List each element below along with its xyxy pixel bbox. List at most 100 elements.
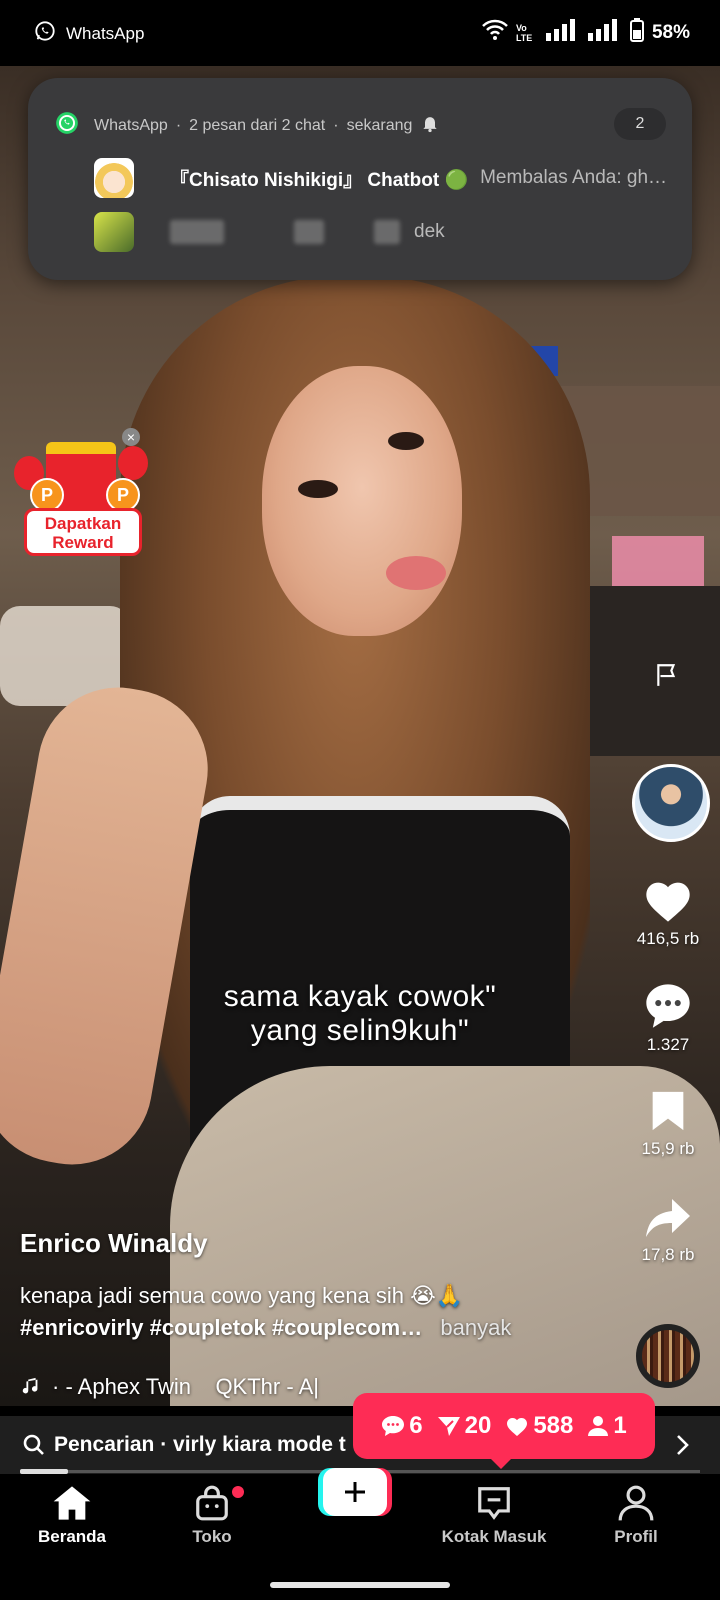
heart-icon (646, 882, 690, 922)
popup-followers: 1 (587, 1412, 627, 1440)
music-info[interactable]: · - Aphex Twin QKThr - A| (20, 1374, 319, 1400)
person-icon (588, 1416, 609, 1436)
signal-icon-2 (587, 19, 622, 47)
status-bar: WhatsApp Vo LTE 58% (0, 0, 720, 66)
like-button[interactable]: 416,5 rb (620, 876, 716, 949)
comment-bubble-icon (382, 1416, 405, 1436)
gesture-home-indicator[interactable] (270, 1582, 450, 1588)
signal-icon (545, 19, 580, 47)
person-face (262, 366, 462, 636)
description-text: kenapa jadi semua cowo yang kena sih 😭🙏 (20, 1283, 464, 1308)
create-button-face (323, 1468, 387, 1516)
creator-avatar[interactable] (632, 764, 710, 842)
balloon-icon-2 (118, 446, 148, 480)
redacted-text (170, 220, 224, 244)
bookmark-icon (652, 1091, 684, 1131)
notification-message-1[interactable]: 『Chisato Nishikigi』 Chatbot 🟢 Membalas A… (94, 158, 667, 198)
notification-count[interactable]: 2 (614, 108, 666, 140)
search-icon (23, 1434, 44, 1455)
plus-icon (345, 1482, 365, 1502)
send-icon (437, 1417, 460, 1436)
popup-comments: 6 (381, 1412, 423, 1440)
coin-icon: P (30, 478, 64, 512)
save-button[interactable]: 15,9 rb (620, 1088, 716, 1159)
nav-profile-label: Profil (614, 1527, 658, 1546)
shopping-bag-icon (196, 1485, 228, 1521)
coin-icon-2: P (106, 478, 140, 512)
battery-percent: 58% (651, 22, 690, 43)
save-count: 15,9 rb (641, 1139, 695, 1158)
popup-likes: 588 (505, 1412, 573, 1440)
video-progress-fill (20, 1469, 68, 1474)
popup-mentions: 20 (437, 1412, 492, 1440)
nav-shop-label: Toko (192, 1527, 232, 1546)
status-icons: Vo LTE 58% (482, 18, 690, 48)
share-arrow-icon (646, 1199, 690, 1237)
music-note-icon (22, 1377, 38, 1394)
popup-likes-count: 588 (533, 1412, 574, 1439)
notification-app-name: WhatsApp (94, 116, 168, 134)
music-disc[interactable] (636, 1324, 700, 1388)
nav-inbox[interactable]: Kotak Masuk (434, 1484, 554, 1547)
nav-home[interactable]: Beranda (12, 1484, 132, 1547)
notification-time: sekarang (346, 116, 413, 134)
heart-small-icon (507, 1418, 528, 1436)
wifi-icon (482, 19, 508, 47)
video-caption-line1: sama kayak cowok" (223, 980, 497, 1013)
whatsapp-logo-icon (54, 110, 80, 141)
reward-close-icon[interactable]: × (122, 428, 140, 446)
chat-avatar-1 (94, 158, 134, 198)
nav-inbox-label: Kotak Masuk (441, 1527, 547, 1546)
chevron-right-icon[interactable] (676, 1434, 690, 1456)
music-title: · - Aphex Twin QKThr - A| (52, 1374, 319, 1399)
popup-mentions-count: 20 (464, 1412, 492, 1439)
video-description[interactable]: kenapa jadi semua cowo yang kena sih 😭🙏 … (20, 1280, 610, 1344)
reward-label: Dapatkan Reward (24, 508, 142, 556)
search-text: Pencarian · virly kiara mode t (54, 1433, 346, 1456)
nav-shop[interactable]: Toko (152, 1484, 272, 1547)
author-name[interactable]: Enrico Winaldy (20, 1228, 208, 1259)
chat-avatar-2 (94, 212, 134, 252)
flag-icon (657, 664, 676, 686)
network-label: Vo LTE (515, 23, 533, 43)
whatsapp-notification[interactable]: WhatsApp · 2 pesan dari 2 chat · sekaran… (28, 78, 692, 280)
like-count: 416,5 rb (636, 929, 700, 948)
profile-icon (618, 1485, 654, 1521)
person-eye-left (298, 480, 338, 498)
background-box (612, 536, 704, 588)
reward-label-line2: Reward (52, 533, 114, 552)
battery-icon (629, 18, 644, 48)
separator-dot: · (175, 116, 182, 134)
message-1-text: Membalas Anda: gh… (480, 167, 668, 188)
video-caption-line2: yang selin9kuh" (250, 1014, 470, 1047)
notification-message-2[interactable]: dek (94, 212, 445, 252)
inbox-activity-popup[interactable]: 6 20 588 1 (353, 1393, 655, 1469)
notification-header: WhatsApp · 2 pesan dari 2 chat · sekaran… (54, 110, 440, 141)
share-count: 17,8 rb (641, 1245, 695, 1264)
reward-label-line1: Dapatkan (44, 514, 122, 533)
message-1-title: 『Chisato Nishikigi』 Chatbot 🟢 (170, 169, 469, 191)
shop-notification-dot (232, 1486, 244, 1498)
share-button[interactable]: 17,8 rb (620, 1194, 716, 1265)
separator-dot-2: · (333, 116, 339, 134)
report-flag-button[interactable] (654, 662, 680, 693)
more-link[interactable]: banyak (440, 1315, 511, 1340)
person-eye-right (388, 432, 424, 450)
create-button[interactable] (318, 1468, 392, 1516)
nav-profile[interactable]: Profil (576, 1484, 696, 1547)
inbox-icon (478, 1487, 510, 1520)
reward-widget[interactable]: P P × Dapatkan Reward (14, 428, 148, 558)
redacted-text-3 (374, 220, 400, 244)
message-2-text: dek (414, 221, 445, 242)
status-bar-app: WhatsApp (34, 20, 144, 47)
status-bar-app-name: WhatsApp (66, 23, 145, 43)
popup-followers-count: 1 (613, 1412, 627, 1439)
notification-summary: 2 pesan dari 2 chat (189, 116, 326, 134)
person-lips (386, 556, 446, 590)
popup-comments-count: 6 (409, 1412, 423, 1439)
description-hashtags-line: #enricovirly #coupletok #couplecom… bany… (20, 1312, 610, 1344)
whatsapp-icon (34, 20, 56, 47)
hashtags[interactable]: #enricovirly #coupletok #couplecom… (20, 1315, 422, 1340)
bell-icon (420, 113, 440, 138)
nav-home-label: Beranda (37, 1527, 107, 1546)
